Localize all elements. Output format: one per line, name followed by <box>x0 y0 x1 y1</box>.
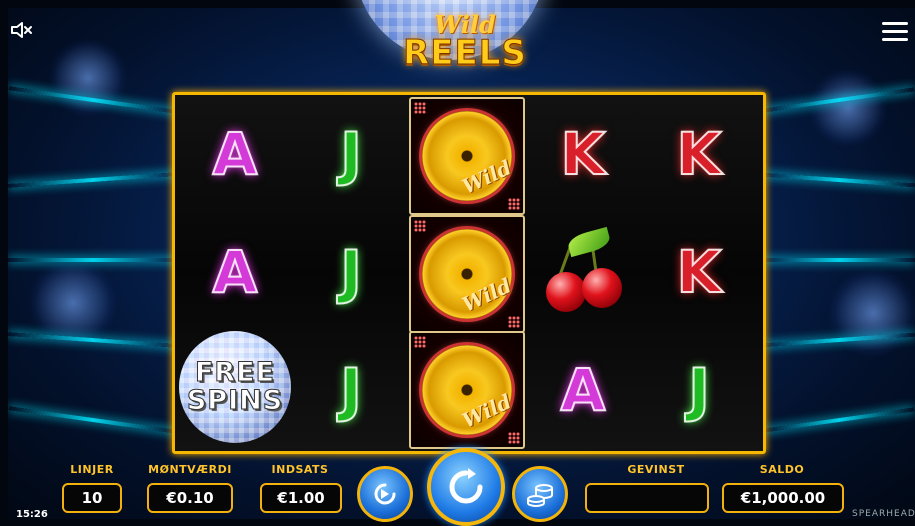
symbol-K: K <box>641 95 757 213</box>
light-ray <box>8 406 178 434</box>
status-clock: 15:26 <box>16 509 48 520</box>
symbol-J: J <box>293 95 409 213</box>
balance-label: SALDO <box>759 463 805 476</box>
logo-reels-text: REELS <box>403 33 527 74</box>
win-label: GEVINST <box>627 463 685 476</box>
hamburger-menu-icon[interactable] <box>882 22 908 44</box>
light-ray <box>763 407 915 433</box>
symbol-wild: Wild <box>409 215 525 333</box>
wild-label: Wild <box>458 389 515 433</box>
reel-3: Wild Wild Wild <box>409 95 525 451</box>
symbol-K: K <box>525 95 641 213</box>
dot-decoration <box>414 220 426 232</box>
vinyl-record-icon: Wild <box>422 229 515 319</box>
symbol-letter: A <box>212 237 259 307</box>
reel-5: K K J <box>641 95 757 451</box>
background-light <box>808 68 888 148</box>
win-field <box>585 483 709 513</box>
symbol-A: A <box>177 213 293 331</box>
wild-label: Wild <box>458 155 515 199</box>
symbol-letter: J <box>339 237 363 307</box>
symbol-K: K <box>641 213 757 331</box>
brand-text: SPEARHEAD <box>852 509 915 519</box>
coin-stack-icon <box>527 484 553 507</box>
background-light <box>48 38 128 118</box>
symbol-cherry <box>525 213 641 331</box>
game-logo: Wild REELS <box>395 10 535 74</box>
spin-button[interactable] <box>427 448 505 526</box>
symbol-letter: A <box>560 355 607 425</box>
symbol-wild: Wild <box>409 97 525 215</box>
vinyl-record-icon: Wild <box>422 345 515 435</box>
autoplay-icon <box>374 483 396 505</box>
symbol-J: J <box>293 331 409 449</box>
lines-value[interactable]: 10 <box>62 483 122 513</box>
symbol-letter: K <box>676 237 723 307</box>
coin-value-label: MØNTVÆRDI <box>148 463 232 476</box>
symbol-J: J <box>641 331 757 449</box>
reel-1: A A FREE SPINS <box>177 95 293 451</box>
symbol-letter: J <box>339 119 363 189</box>
free-spins-ball: FREE SPINS <box>179 331 291 443</box>
symbol-letter: J <box>339 355 363 425</box>
light-ray <box>763 172 915 188</box>
reel-4: K A <box>525 95 641 451</box>
symbol-letter: J <box>687 355 711 425</box>
spin-arrow-icon <box>449 468 483 504</box>
light-ray <box>8 258 178 262</box>
symbol-wild: Wild <box>409 331 525 449</box>
reel-2: J J J <box>293 95 409 451</box>
wild-label: Wild <box>458 273 515 317</box>
dot-decoration <box>414 102 426 114</box>
dot-decoration <box>508 198 520 210</box>
dot-decoration <box>508 432 520 444</box>
light-ray <box>8 172 178 188</box>
autoplay-button[interactable] <box>357 466 413 522</box>
dot-decoration <box>414 336 426 348</box>
lines-label: LINJER <box>70 463 114 476</box>
free-spins-line1: FREE <box>194 357 276 388</box>
bet-field[interactable]: €1.00 <box>260 483 342 513</box>
symbol-letter: K <box>676 119 723 189</box>
symbol-letter: A <box>212 119 259 189</box>
sound-mute-icon[interactable] <box>10 20 34 40</box>
dot-decoration <box>508 316 520 328</box>
reels-frame: A A FREE SPINS J J J Wild Wild Wild K A … <box>172 92 766 454</box>
coin-settings-button[interactable] <box>512 466 568 522</box>
symbol-A: A <box>177 95 293 213</box>
cherry-icon <box>538 226 628 312</box>
coin-value-field[interactable]: €0.10 <box>147 483 233 513</box>
free-spins-line2: SPINS <box>186 385 284 416</box>
symbol-A: A <box>525 331 641 449</box>
light-ray <box>763 258 915 262</box>
symbol-letter: K <box>560 119 607 189</box>
background-light <box>828 268 915 358</box>
balance-field: €1,000.00 <box>722 483 844 513</box>
bet-label: INDSATS <box>271 463 329 476</box>
symbol-free-spins: FREE SPINS <box>177 328 293 446</box>
symbol-J: J <box>293 213 409 331</box>
vinyl-record-icon: Wild <box>422 111 515 201</box>
